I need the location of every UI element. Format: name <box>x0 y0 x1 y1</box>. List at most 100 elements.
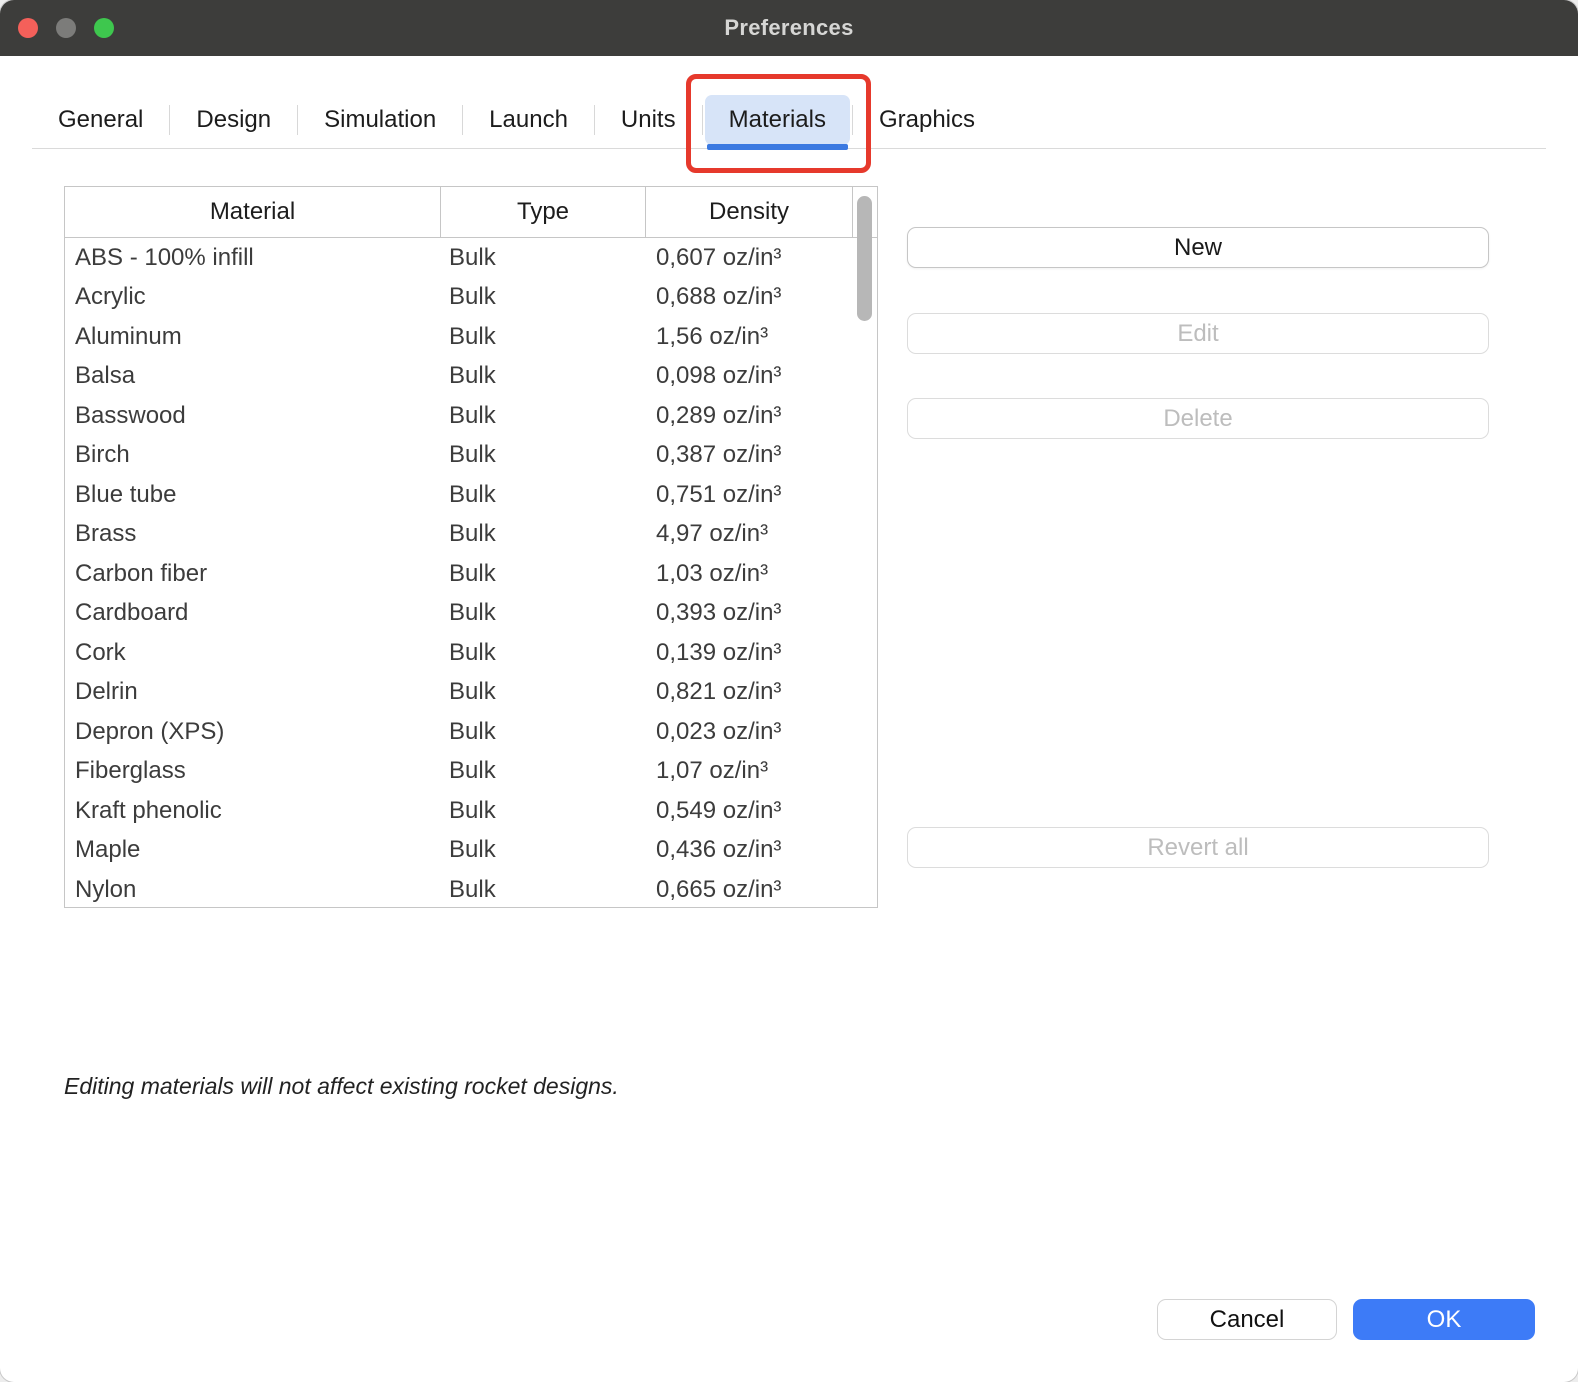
scrollbar-thumb[interactable] <box>857 196 872 321</box>
cell-type: Bulk <box>441 599 646 627</box>
table-row[interactable]: AluminumBulk1,56 oz/in³ <box>65 317 877 357</box>
cell-type: Bulk <box>441 797 646 825</box>
cell-material: Blue tube <box>65 481 441 509</box>
tab-label: General <box>58 106 143 134</box>
table-row[interactable]: FiberglassBulk1,07 oz/in³ <box>65 752 877 792</box>
ok-button[interactable]: OK <box>1353 1299 1535 1340</box>
cell-density: 1,07 oz/in³ <box>646 757 853 785</box>
cell-material: Fiberglass <box>65 757 441 785</box>
cell-type: Bulk <box>441 244 646 272</box>
materials-table: Material Type Density ABS - 100% infillB… <box>64 186 878 908</box>
column-header-density[interactable]: Density <box>646 187 853 237</box>
cell-density: 0,023 oz/in³ <box>646 718 853 746</box>
table-header: Material Type Density <box>65 187 877 238</box>
tab-separator <box>852 105 853 135</box>
cell-type: Bulk <box>441 520 646 548</box>
cell-density: 0,821 oz/in³ <box>646 678 853 706</box>
tab-launch[interactable]: Launch <box>465 95 592 145</box>
cell-material: Kraft phenolic <box>65 797 441 825</box>
tab-materials[interactable]: Materials <box>705 95 850 145</box>
cell-material: Nylon <box>65 876 441 904</box>
column-header-type[interactable]: Type <box>441 187 646 237</box>
cell-density: 0,289 oz/in³ <box>646 402 853 430</box>
tab-separator <box>169 105 170 135</box>
cell-material: Delrin <box>65 678 441 706</box>
tab-simulation[interactable]: Simulation <box>300 95 460 145</box>
close-button[interactable] <box>18 18 38 38</box>
cell-density: 1,03 oz/in³ <box>646 560 853 588</box>
tab-design[interactable]: Design <box>172 95 295 145</box>
tab-bar: General Design Simulation Launch Units Materi… <box>34 94 1578 146</box>
tab-label: Simulation <box>324 106 436 134</box>
cell-type: Bulk <box>441 757 646 785</box>
table-row[interactable]: Carbon fiberBulk1,03 oz/in³ <box>65 554 877 594</box>
revert-all-button[interactable]: Revert all <box>907 827 1489 868</box>
cell-density: 0,549 oz/in³ <box>646 797 853 825</box>
cancel-button[interactable]: Cancel <box>1157 1299 1337 1340</box>
table-row[interactable]: NylonBulk0,665 oz/in³ <box>65 870 877 908</box>
table-row[interactable]: CardboardBulk0,393 oz/in³ <box>65 594 877 634</box>
window-title: Preferences <box>724 15 853 41</box>
cell-material: Depron (XPS) <box>65 718 441 746</box>
column-header-material[interactable]: Material <box>65 187 441 237</box>
cell-type: Bulk <box>441 639 646 667</box>
cell-type: Bulk <box>441 283 646 311</box>
table-row[interactable]: Kraft phenolicBulk0,549 oz/in³ <box>65 791 877 831</box>
tab-separator <box>462 105 463 135</box>
cell-density: 0,607 oz/in³ <box>646 244 853 272</box>
tab-general[interactable]: General <box>34 95 167 145</box>
cell-type: Bulk <box>441 678 646 706</box>
cell-type: Bulk <box>441 481 646 509</box>
cell-material: Cork <box>65 639 441 667</box>
new-button[interactable]: New <box>907 227 1489 268</box>
cell-type: Bulk <box>441 876 646 904</box>
table-row[interactable]: ABS - 100% infillBulk0,607 oz/in³ <box>65 238 877 278</box>
tab-separator <box>297 105 298 135</box>
titlebar: Preferences <box>0 0 1578 56</box>
delete-button[interactable]: Delete <box>907 398 1489 439</box>
tab-label: Graphics <box>879 106 975 134</box>
preferences-window: Preferences General Design Simulation Launc… <box>0 0 1578 1382</box>
table-row[interactable]: BalsaBulk0,098 oz/in³ <box>65 357 877 397</box>
tab-graphics[interactable]: Graphics <box>855 95 999 145</box>
cell-density: 0,436 oz/in³ <box>646 836 853 864</box>
cell-material: Carbon fiber <box>65 560 441 588</box>
tab-units[interactable]: Units <box>597 95 700 145</box>
table-row[interactable]: AcrylicBulk0,688 oz/in³ <box>65 278 877 318</box>
cell-type: Bulk <box>441 323 646 351</box>
cell-density: 4,97 oz/in³ <box>646 520 853 548</box>
tab-label: Design <box>196 106 271 134</box>
materials-table-body: ABS - 100% infillBulk0,607 oz/in³Acrylic… <box>65 238 877 908</box>
cell-type: Bulk <box>441 560 646 588</box>
zoom-button[interactable] <box>94 18 114 38</box>
cell-type: Bulk <box>441 402 646 430</box>
table-row[interactable]: CorkBulk0,139 oz/in³ <box>65 633 877 673</box>
cell-material: Brass <box>65 520 441 548</box>
window-controls <box>18 18 114 38</box>
cell-density: 0,387 oz/in³ <box>646 441 853 469</box>
table-row[interactable]: Depron (XPS)Bulk0,023 oz/in³ <box>65 712 877 752</box>
cell-density: 0,393 oz/in³ <box>646 599 853 627</box>
cell-material: Maple <box>65 836 441 864</box>
minimize-button[interactable] <box>56 18 76 38</box>
table-row[interactable]: Blue tubeBulk0,751 oz/in³ <box>65 475 877 515</box>
tab-label: Materials <box>729 106 826 134</box>
cell-material: Cardboard <box>65 599 441 627</box>
cell-material: ABS - 100% infill <box>65 244 441 272</box>
table-row[interactable]: DelrinBulk0,821 oz/in³ <box>65 673 877 713</box>
cell-material: Balsa <box>65 362 441 390</box>
cell-density: 0,139 oz/in³ <box>646 639 853 667</box>
cell-density: 0,665 oz/in³ <box>646 876 853 904</box>
cell-density: 0,751 oz/in³ <box>646 481 853 509</box>
cell-type: Bulk <box>441 718 646 746</box>
tab-label: Units <box>621 106 676 134</box>
edit-button[interactable]: Edit <box>907 313 1489 354</box>
table-row[interactable]: BasswoodBulk0,289 oz/in³ <box>65 396 877 436</box>
materials-note: Editing materials will not affect existi… <box>64 1073 619 1100</box>
cell-type: Bulk <box>441 362 646 390</box>
cell-type: Bulk <box>441 441 646 469</box>
table-row[interactable]: BrassBulk4,97 oz/in³ <box>65 515 877 555</box>
table-row[interactable]: MapleBulk0,436 oz/in³ <box>65 831 877 871</box>
cell-density: 0,098 oz/in³ <box>646 362 853 390</box>
table-row[interactable]: BirchBulk0,387 oz/in³ <box>65 436 877 476</box>
